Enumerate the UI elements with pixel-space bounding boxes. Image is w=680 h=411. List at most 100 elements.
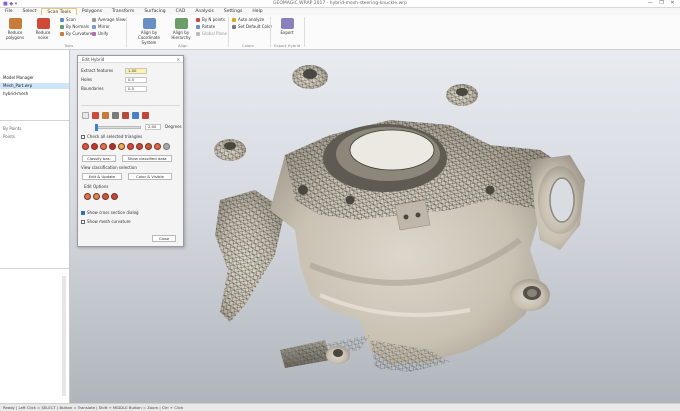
title-bar: ■ ◆ ▾ GEOMAGIC WRAP 2017 - hybrid-mesh-s… — [0, 0, 680, 8]
section-label: View classification selection — [81, 165, 137, 170]
classify-color-icon[interactable] — [82, 143, 89, 150]
tab-transform[interactable]: Transform — [107, 8, 139, 15]
window-title: GEOMAGIC WRAP 2017 - hybrid-mesh-steerin… — [273, 1, 407, 6]
tree-item[interactable]: hybrid-mesh — [0, 91, 69, 97]
color-visible-button[interactable]: Color & Visible — [128, 173, 172, 180]
auto-analyze-tool[interactable]: Auto analyze — [232, 17, 264, 23]
group-align-label: Align — [178, 43, 188, 48]
mirror-tool[interactable]: Mirror — [92, 24, 110, 30]
reduce-polygons-label: Reduce polygons — [5, 30, 25, 40]
show-cross-section-checkbox[interactable]: Show cross section dialog — [81, 210, 139, 216]
export-label: Export — [280, 30, 294, 35]
export-icon — [280, 18, 294, 29]
ribbon-separator — [304, 17, 305, 47]
ribbon-tabs: File Select Scan Tools Polygons Transfor… — [0, 8, 680, 15]
dialog-title-bar: Edit Hybrid ✕ — [78, 56, 183, 63]
options-label: Edit Options — [84, 184, 109, 189]
tree-item[interactable]: Model Manager — [0, 75, 69, 81]
fill-icon[interactable] — [122, 112, 129, 119]
show-mesh-curvature-checkbox[interactable]: Show mesh curvature — [81, 219, 131, 225]
tree-item-selected[interactable]: Mesh_Part.wrp — [0, 83, 69, 89]
tab-select[interactable]: Select — [18, 8, 42, 15]
classify-color-icon[interactable] — [163, 143, 170, 150]
angle-unit: Degrees — [165, 124, 182, 129]
field-label: Extract features — [81, 68, 114, 73]
angle-slider-track[interactable] — [95, 126, 141, 129]
erase-icon[interactable] — [142, 112, 149, 119]
reduce-polygons-button[interactable]: Reduce polygons — [2, 18, 28, 40]
holes-input[interactable]: 0.5 — [125, 77, 147, 83]
align-coordinate-system-button[interactable]: Align by Coordinate System — [132, 18, 166, 45]
select-arrow-icon[interactable] — [82, 112, 89, 119]
align-hierarchy-button[interactable]: Align by Hierarchy — [168, 18, 194, 40]
tab-file[interactable]: File — [0, 8, 18, 15]
export-button[interactable]: Export — [276, 18, 298, 35]
dialog-close-button[interactable]: Close — [152, 235, 176, 242]
unify-tool[interactable]: Unify — [92, 31, 108, 37]
tab-settings[interactable]: Settings — [219, 8, 247, 15]
model-manager-panel: Model Manager Mesh_Part.wrp hybrid-mesh … — [0, 50, 70, 403]
global-plane-tool[interactable]: Global Plane — [196, 31, 227, 37]
tree-item[interactable]: By Points — [0, 126, 69, 132]
group-colors-label: Colors — [242, 43, 254, 48]
classify-color-icon[interactable] — [118, 143, 125, 150]
rotate-tool[interactable]: Rotate — [196, 24, 215, 30]
tab-analysis[interactable]: Analysis — [190, 8, 219, 15]
field-label: Holes — [81, 77, 93, 82]
ribbon-separator — [126, 17, 127, 47]
field-label: Boundaries — [81, 86, 104, 91]
group-tools-label: Tools — [64, 43, 74, 48]
dialog-title: Edit Hybrid — [82, 57, 105, 62]
lasso-icon[interactable] — [102, 112, 109, 119]
classify-color-icon[interactable] — [100, 143, 107, 150]
tab-scan-tools[interactable]: Scan Tools — [41, 8, 77, 15]
set-default-color-tool[interactable]: Set Default Color — [232, 24, 272, 30]
align-coordinate-icon — [142, 18, 156, 29]
dialog-close-icon[interactable]: ✕ — [177, 56, 180, 63]
extract-features-input[interactable]: 1.00 — [125, 68, 147, 74]
reduce-noise-label: Reduce noise — [35, 30, 51, 40]
classify-color-icon[interactable] — [145, 143, 152, 150]
status-bar: Ready | Left Click = SELECT | Button = T… — [0, 403, 680, 411]
angle-input[interactable]: 2.00 — [145, 124, 161, 130]
scan-tool[interactable]: Scan — [60, 17, 76, 23]
line-select-icon[interactable] — [112, 112, 119, 119]
classify-color-icon[interactable] — [136, 143, 143, 150]
tab-surfacing[interactable]: Surfacing — [139, 8, 170, 15]
classify-color-icon[interactable] — [154, 143, 161, 150]
reduce-noise-button[interactable]: Reduce noise — [30, 18, 56, 40]
panel-scrollbar[interactable] — [62, 276, 66, 396]
average-views-tool[interactable]: Average Views — [92, 17, 127, 23]
align-hierarchy-icon — [174, 18, 188, 29]
option-icon[interactable] — [111, 193, 118, 200]
option-icon[interactable] — [84, 193, 91, 200]
show-classified-button[interactable]: Show classified data — [122, 155, 172, 162]
classify-color-icon[interactable] — [91, 143, 98, 150]
panel-divider — [0, 120, 69, 121]
brush-icon[interactable] — [92, 112, 99, 119]
close-window-button[interactable]: ✕ — [667, 0, 678, 6]
tab-polygons[interactable]: Polygons — [77, 8, 107, 15]
check-all-checkbox[interactable]: Check all selected triangles — [81, 134, 142, 140]
maximize-button[interactable]: ❐ — [656, 0, 667, 6]
plane-icon[interactable] — [132, 112, 139, 119]
classify-button[interactable]: Classify bas. — [82, 155, 116, 162]
align-hierarchy-label: Align by Hierarchy — [171, 30, 191, 40]
minimize-button[interactable]: — — [645, 0, 656, 6]
reduce-polygons-icon — [8, 18, 22, 29]
angle-slider-thumb[interactable] — [95, 124, 98, 131]
classify-color-icon[interactable] — [109, 143, 116, 150]
tab-help[interactable]: Help — [247, 8, 267, 15]
by-normals-tool[interactable]: By Normals — [60, 24, 89, 30]
option-icon[interactable] — [93, 193, 100, 200]
classify-color-icon[interactable] — [127, 143, 134, 150]
by-curvature-tool[interactable]: By Curvature — [60, 31, 92, 37]
boundaries-input[interactable]: 0.5 — [125, 86, 147, 92]
tab-cad[interactable]: CAD — [171, 8, 191, 15]
by-n-points-tool[interactable]: By N points — [196, 17, 225, 23]
option-icon[interactable] — [102, 193, 109, 200]
ribbon-toolbar: Reduce polygons Reduce noise Scan By Nor… — [0, 15, 680, 50]
tree-item[interactable]: Points — [0, 134, 69, 140]
edit-update-button[interactable]: Edit & Update — [82, 173, 122, 180]
panel-divider — [0, 268, 69, 269]
